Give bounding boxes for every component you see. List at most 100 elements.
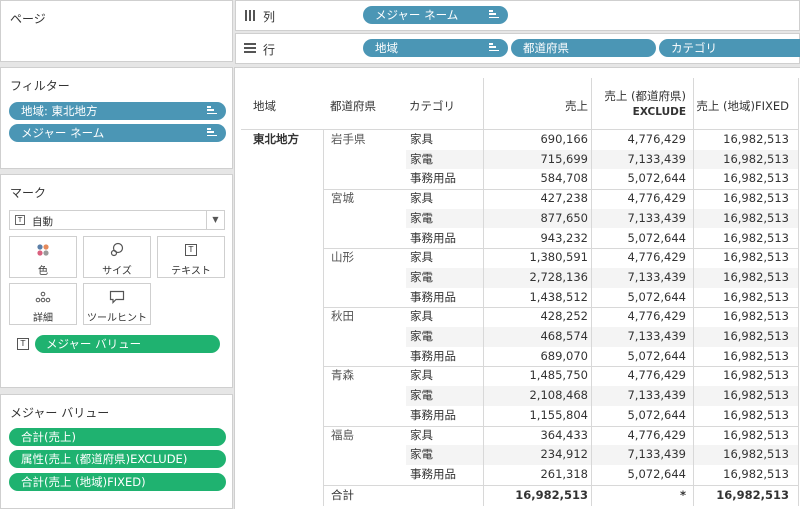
exclude-cell[interactable]: 7,133,439: [591, 327, 686, 347]
category-cell[interactable]: 事務用品: [410, 169, 456, 189]
sales-cell[interactable]: 1,380,591: [485, 248, 588, 268]
prefecture-label[interactable]: 秋田: [331, 307, 354, 327]
sales-cell[interactable]: 364,433: [485, 426, 588, 446]
prefecture-label[interactable]: 宮城: [331, 189, 354, 209]
exclude-cell[interactable]: 4,776,429: [591, 189, 686, 209]
fixed-cell[interactable]: 16,982,513: [690, 229, 789, 249]
fixed-cell[interactable]: 16,982,513: [690, 307, 789, 327]
exclude-cell[interactable]: 5,072,644: [591, 347, 686, 367]
measure-pill-attr-exclude[interactable]: 属性(売上 (都道府県)EXCLUDE): [9, 450, 226, 468]
sales-cell[interactable]: 877,650: [485, 209, 588, 229]
sales-cell[interactable]: 2,728,136: [485, 268, 588, 288]
fixed-cell[interactable]: 16,982,513: [690, 189, 789, 209]
total-fixed-cell[interactable]: 16,982,513: [690, 486, 789, 506]
columns-shelf[interactable]: 列 メジャー ネーム: [235, 0, 800, 31]
sales-cell[interactable]: 261,318: [485, 465, 588, 485]
exclude-cell[interactable]: 7,133,439: [591, 150, 686, 170]
header-exclude[interactable]: 売上 (都道府県) EXCLUDE: [591, 88, 686, 120]
category-cell[interactable]: 家電: [410, 268, 433, 288]
exclude-cell[interactable]: 5,072,644: [591, 169, 686, 189]
fixed-cell[interactable]: 16,982,513: [690, 465, 789, 485]
fixed-cell[interactable]: 16,982,513: [690, 209, 789, 229]
fixed-cell[interactable]: 16,982,513: [690, 386, 789, 406]
detail-button[interactable]: 詳細: [9, 283, 77, 325]
fixed-cell[interactable]: 16,982,513: [690, 445, 789, 465]
category-cell[interactable]: 家電: [410, 209, 433, 229]
sales-cell[interactable]: 1,438,512: [485, 288, 588, 308]
sales-cell[interactable]: 1,485,750: [485, 366, 588, 386]
rows-pill-region[interactable]: 地域: [363, 39, 508, 57]
prefecture-label[interactable]: 青森: [331, 366, 354, 386]
sales-cell[interactable]: 1,155,804: [485, 406, 588, 426]
marks-pill-measure-values[interactable]: メジャー バリュー: [35, 335, 220, 353]
prefecture-label[interactable]: 福島: [331, 426, 354, 446]
category-cell[interactable]: 事務用品: [410, 406, 456, 426]
category-cell[interactable]: 家具: [410, 426, 433, 446]
category-cell[interactable]: 家電: [410, 445, 433, 465]
category-cell[interactable]: 事務用品: [410, 347, 456, 367]
category-cell[interactable]: 事務用品: [410, 288, 456, 308]
prefecture-label[interactable]: 山形: [331, 248, 354, 268]
header-prefecture[interactable]: 都道府県: [330, 98, 376, 114]
fixed-cell[interactable]: 16,982,513: [690, 169, 789, 189]
total-sales-cell[interactable]: 16,982,513: [485, 486, 588, 506]
sales-cell[interactable]: 943,232: [485, 229, 588, 249]
sales-cell[interactable]: 715,699: [485, 150, 588, 170]
exclude-cell[interactable]: 4,776,429: [591, 307, 686, 327]
exclude-cell[interactable]: 5,072,644: [591, 465, 686, 485]
sales-cell[interactable]: 584,708: [485, 169, 588, 189]
rows-shelf[interactable]: 行 地域 都道府県 カテゴリ: [235, 33, 800, 64]
fixed-cell[interactable]: 16,982,513: [690, 366, 789, 386]
exclude-cell[interactable]: 5,072,644: [591, 288, 686, 308]
fixed-cell[interactable]: 16,982,513: [690, 130, 789, 150]
sales-cell[interactable]: 690,166: [485, 130, 588, 150]
fixed-cell[interactable]: 16,982,513: [690, 288, 789, 308]
sales-cell[interactable]: 468,574: [485, 327, 588, 347]
marks-card[interactable]: マーク T 自動 ▼ 色 サイズ T テキスト 詳細 ツールヒント T メジャー…: [0, 174, 233, 388]
exclude-cell[interactable]: 7,133,439: [591, 268, 686, 288]
filter-pill-region[interactable]: 地域: 東北地方: [9, 102, 226, 120]
sales-cell[interactable]: 689,070: [485, 347, 588, 367]
mark-type-dropdown[interactable]: T 自動 ▼: [9, 210, 225, 230]
columns-pill-measure-names[interactable]: メジャー ネーム: [363, 6, 508, 24]
category-cell[interactable]: 家電: [410, 150, 433, 170]
rows-pill-category[interactable]: カテゴリ: [659, 39, 800, 57]
exclude-cell[interactable]: 4,776,429: [591, 426, 686, 446]
fixed-cell[interactable]: 16,982,513: [690, 426, 789, 446]
header-category[interactable]: カテゴリ: [409, 98, 455, 114]
header-region[interactable]: 地域: [253, 98, 276, 114]
text-button[interactable]: T テキスト: [157, 236, 225, 278]
exclude-cell[interactable]: 5,072,644: [591, 229, 686, 249]
sales-cell[interactable]: 427,238: [485, 189, 588, 209]
category-cell[interactable]: 家具: [410, 366, 433, 386]
filter-pill-measure-names[interactable]: メジャー ネーム: [9, 124, 226, 142]
fixed-cell[interactable]: 16,982,513: [690, 347, 789, 367]
exclude-cell[interactable]: 7,133,439: [591, 209, 686, 229]
exclude-cell[interactable]: 7,133,439: [591, 445, 686, 465]
category-cell[interactable]: 家電: [410, 386, 433, 406]
fixed-cell[interactable]: 16,982,513: [690, 327, 789, 347]
exclude-cell[interactable]: 7,133,439: [591, 386, 686, 406]
color-button[interactable]: 色: [9, 236, 77, 278]
total-exclude-cell[interactable]: *: [591, 486, 686, 506]
crosstab-view[interactable]: 地域 都道府県 カテゴリ 売上 売上 (都道府県) EXCLUDE 売上 (地域…: [234, 67, 800, 509]
header-fixed[interactable]: 売上 (地域)FIXED: [690, 98, 789, 114]
exclude-cell[interactable]: 4,776,429: [591, 366, 686, 386]
sales-cell[interactable]: 2,108,468: [485, 386, 588, 406]
measure-values-card[interactable]: メジャー バリュー 合計(売上) 属性(売上 (都道府県)EXCLUDE) 合計…: [0, 394, 233, 509]
category-cell[interactable]: 家具: [410, 189, 433, 209]
region-label[interactable]: 東北地方: [253, 130, 299, 150]
measure-pill-sum-sales[interactable]: 合計(売上): [9, 428, 226, 446]
header-sales[interactable]: 売上: [485, 98, 588, 114]
fixed-cell[interactable]: 16,982,513: [690, 268, 789, 288]
sales-cell[interactable]: 428,252: [485, 307, 588, 327]
fixed-cell[interactable]: 16,982,513: [690, 248, 789, 268]
size-button[interactable]: サイズ: [83, 236, 151, 278]
tooltip-button[interactable]: ツールヒント: [83, 283, 151, 325]
category-cell[interactable]: 家具: [410, 130, 433, 150]
exclude-cell[interactable]: 4,776,429: [591, 130, 686, 150]
pages-card[interactable]: ページ: [0, 0, 233, 62]
category-cell[interactable]: 事務用品: [410, 229, 456, 249]
fixed-cell[interactable]: 16,982,513: [690, 150, 789, 170]
sales-cell[interactable]: 234,912: [485, 445, 588, 465]
